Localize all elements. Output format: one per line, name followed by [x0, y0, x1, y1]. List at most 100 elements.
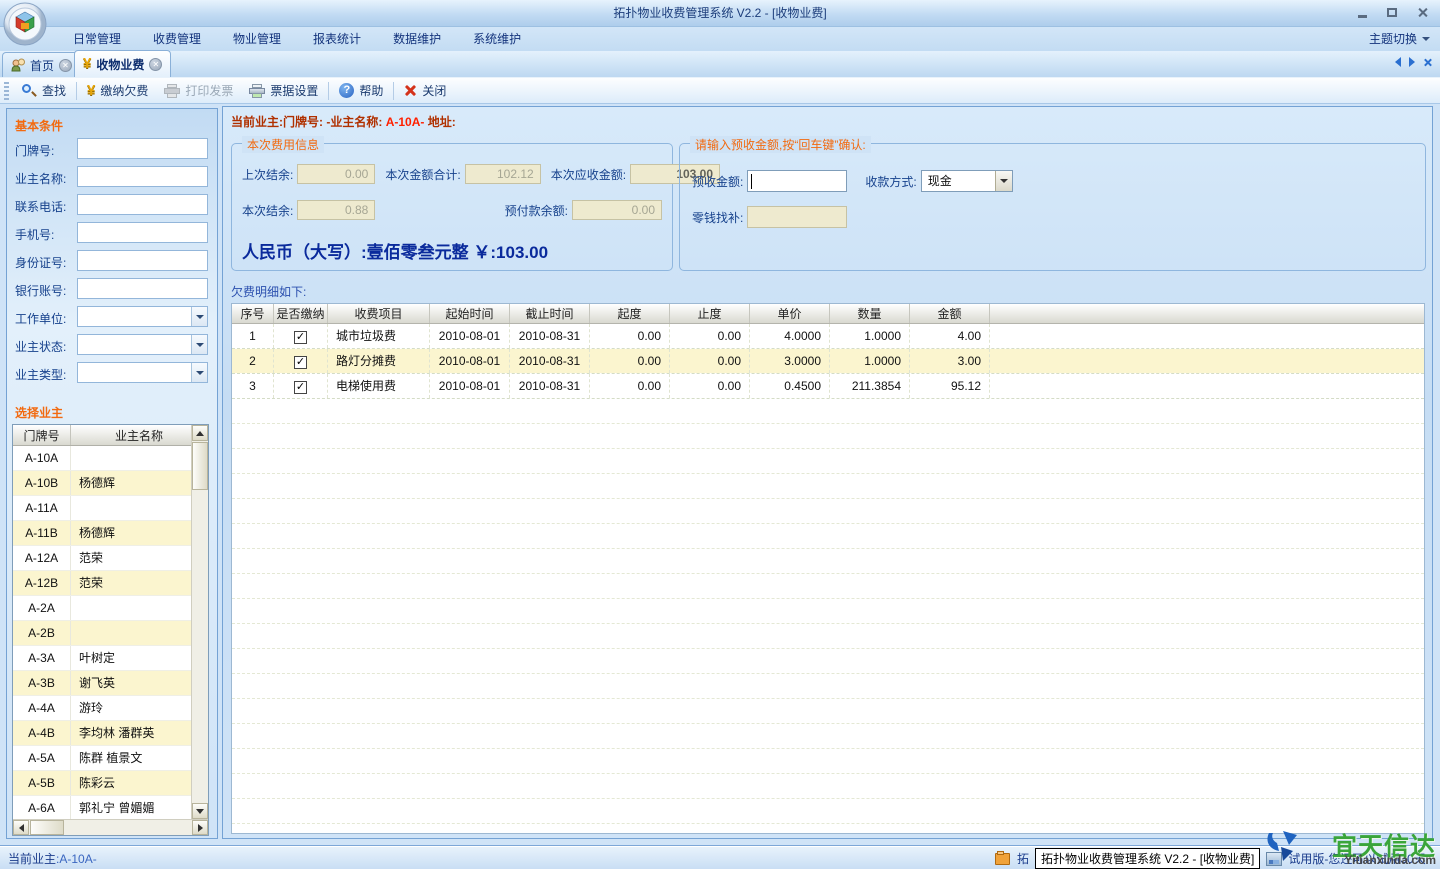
owner-door-no: A-5B — [13, 771, 71, 795]
tab-home[interactable]: 首页 ✕ — [2, 52, 81, 77]
close-window-button[interactable] — [1410, 4, 1434, 21]
owner-row[interactable]: A-2B — [13, 621, 191, 646]
yen-coin-icon: ¥ — [83, 56, 91, 72]
tab-close-icon[interactable]: ✕ — [59, 59, 72, 72]
scroll-right-icon[interactable] — [192, 820, 208, 835]
owner-row[interactable]: A-4A游玲 — [13, 696, 191, 721]
prepay-amount-input[interactable] — [747, 170, 847, 192]
table-header-9[interactable]: 金额 — [910, 304, 990, 323]
chevron-down-icon[interactable] — [191, 363, 207, 382]
chevron-down-icon[interactable] — [191, 307, 207, 326]
pay-method-select[interactable]: 现金 — [921, 170, 1013, 192]
menu-item-4[interactable]: 数据维护 — [377, 27, 457, 51]
owner-list-header-name[interactable]: 业主名称 — [71, 425, 208, 445]
field-input-2[interactable] — [77, 194, 208, 215]
field-input-3[interactable] — [77, 222, 208, 243]
toolbar-button-0[interactable]: 查找 — [13, 79, 74, 103]
scrollbar-thumb[interactable] — [192, 442, 208, 490]
owner-row[interactable]: A-12A范荣 — [13, 546, 191, 571]
table-empty-row — [232, 724, 1424, 749]
chevron-down-icon[interactable] — [191, 335, 207, 354]
table-header-6[interactable]: 止度 — [670, 304, 750, 323]
taskbar-item-clipped[interactable]: 拓 — [1017, 850, 1029, 867]
owner-list-header-door[interactable]: 门牌号 — [13, 425, 71, 445]
minimize-button[interactable] — [1350, 4, 1374, 21]
owner-name: 谢飞英 — [71, 671, 191, 695]
table-cell: 95.12 — [910, 374, 990, 398]
owner-row[interactable]: A-11A — [13, 496, 191, 521]
paid-checkbox[interactable]: ✓ — [294, 356, 307, 369]
field-input-1[interactable] — [77, 166, 208, 187]
tab-collect-fee[interactable]: ¥ 收物业费 ✕ — [74, 50, 171, 77]
table-row[interactable]: 1✓城市垃圾费2010-08-012010-08-310.000.004.000… — [232, 324, 1424, 349]
table-row[interactable]: 2✓路灯分摊费2010-08-012010-08-310.000.003.000… — [232, 349, 1424, 374]
owner-row[interactable]: A-3A叶树定 — [13, 646, 191, 671]
toolbar-button-4[interactable]: ?帮助 — [331, 79, 391, 103]
field-input-4[interactable] — [77, 250, 208, 271]
table-cell: 2010-08-31 — [510, 324, 590, 348]
field-input-5[interactable] — [77, 278, 208, 299]
menu-item-0[interactable]: 日常管理 — [57, 27, 137, 51]
tab-close-icon[interactable]: ✕ — [149, 58, 162, 71]
owner-name: 范荣 — [71, 546, 191, 570]
owner-row[interactable]: A-4B李均林 潘群英 — [13, 721, 191, 746]
chevron-down-icon[interactable] — [995, 171, 1012, 191]
owner-row[interactable]: A-10A — [13, 446, 191, 471]
table-header-0[interactable]: 序号 — [232, 304, 274, 323]
prepay-title: 请输入预收金额,按“回车键”确认: — [690, 136, 871, 153]
owner-list-horizontal-scrollbar[interactable] — [13, 819, 208, 835]
table-header-2[interactable]: 收费项目 — [328, 304, 430, 323]
table-empty-row — [232, 749, 1424, 774]
toolbar-button-1[interactable]: ¥缴纳欠费 — [79, 79, 156, 103]
scroll-up-icon[interactable] — [192, 425, 208, 441]
owner-row[interactable]: A-5B陈彩云 — [13, 771, 191, 796]
table-header-3[interactable]: 起始时间 — [430, 304, 510, 323]
paid-checkbox[interactable]: ✓ — [294, 381, 307, 394]
tab-scroll-right-icon[interactable] — [1409, 57, 1415, 67]
table-header-7[interactable]: 单价 — [750, 304, 830, 323]
app-logo-icon[interactable] — [3, 2, 48, 47]
owner-row[interactable]: A-2A — [13, 596, 191, 621]
menu-item-1[interactable]: 收费管理 — [137, 27, 217, 51]
owner-door-no: A-2B — [13, 621, 71, 645]
table-cell: 0.00 — [590, 324, 670, 348]
toolbar-button-3[interactable]: 票据设置 — [241, 79, 326, 103]
table-cell-filler — [990, 374, 1424, 398]
theme-switch-button[interactable]: 主题切换 — [1369, 27, 1430, 51]
table-header-8[interactable]: 数量 — [830, 304, 910, 323]
menu-item-3[interactable]: 报表统计 — [297, 27, 377, 51]
maximize-button[interactable] — [1380, 4, 1404, 21]
owner-row[interactable]: A-12B范荣 — [13, 571, 191, 596]
field-select-8[interactable] — [77, 362, 208, 383]
field-select-6[interactable] — [77, 306, 208, 327]
scroll-left-icon[interactable] — [13, 820, 29, 835]
owner-row[interactable]: A-11B杨德辉 — [13, 521, 191, 546]
prepaid-label: 预付款余额: — [505, 202, 568, 219]
table-header-4[interactable]: 截止时间 — [510, 304, 590, 323]
menu-item-2[interactable]: 物业管理 — [217, 27, 297, 51]
owner-row[interactable]: A-5A陈群 植景文 — [13, 746, 191, 771]
menu-item-5[interactable]: 系统维护 — [457, 27, 537, 51]
field-select-7[interactable] — [77, 334, 208, 355]
table-cell: 0.00 — [590, 349, 670, 373]
owner-row[interactable]: A-10B杨德辉 — [13, 471, 191, 496]
owner-row[interactable]: A-3B谢飞英 — [13, 671, 191, 696]
table-header-5[interactable]: 起度 — [590, 304, 670, 323]
search-conditions-panel: 基本条件 门牌号:业主名称:联系电话:手机号:身份证号:银行账号:工作单位:业主… — [6, 108, 218, 839]
owner-row[interactable]: A-6A郭礼宁 曾媚媚 — [13, 796, 191, 819]
tab-scroll-left-icon[interactable] — [1395, 57, 1401, 67]
owner-door-no: A-10A — [13, 446, 71, 470]
statusbar-owner-value: :A-10A- — [56, 852, 97, 866]
table-cell: 211.3854 — [830, 374, 910, 398]
yen-icon: ¥ — [87, 83, 95, 99]
field-input-0[interactable] — [77, 138, 208, 159]
owner-list-vertical-scrollbar[interactable] — [191, 425, 208, 819]
scroll-down-icon[interactable] — [192, 803, 208, 819]
taskbar-tooltip: 拓扑物业收费管理系统 V2.2 - [收物业费] — [1035, 848, 1260, 869]
table-row[interactable]: 3✓电梯使用费2010-08-012010-08-310.000.000.450… — [232, 374, 1424, 399]
tab-close-all-icon[interactable] — [1423, 58, 1432, 67]
paid-checkbox[interactable]: ✓ — [294, 331, 307, 344]
scrollbar-thumb[interactable] — [30, 820, 64, 835]
table-header-1[interactable]: 是否缴纳 — [274, 304, 328, 323]
toolbar-button-5[interactable]: 关闭 — [396, 79, 454, 103]
